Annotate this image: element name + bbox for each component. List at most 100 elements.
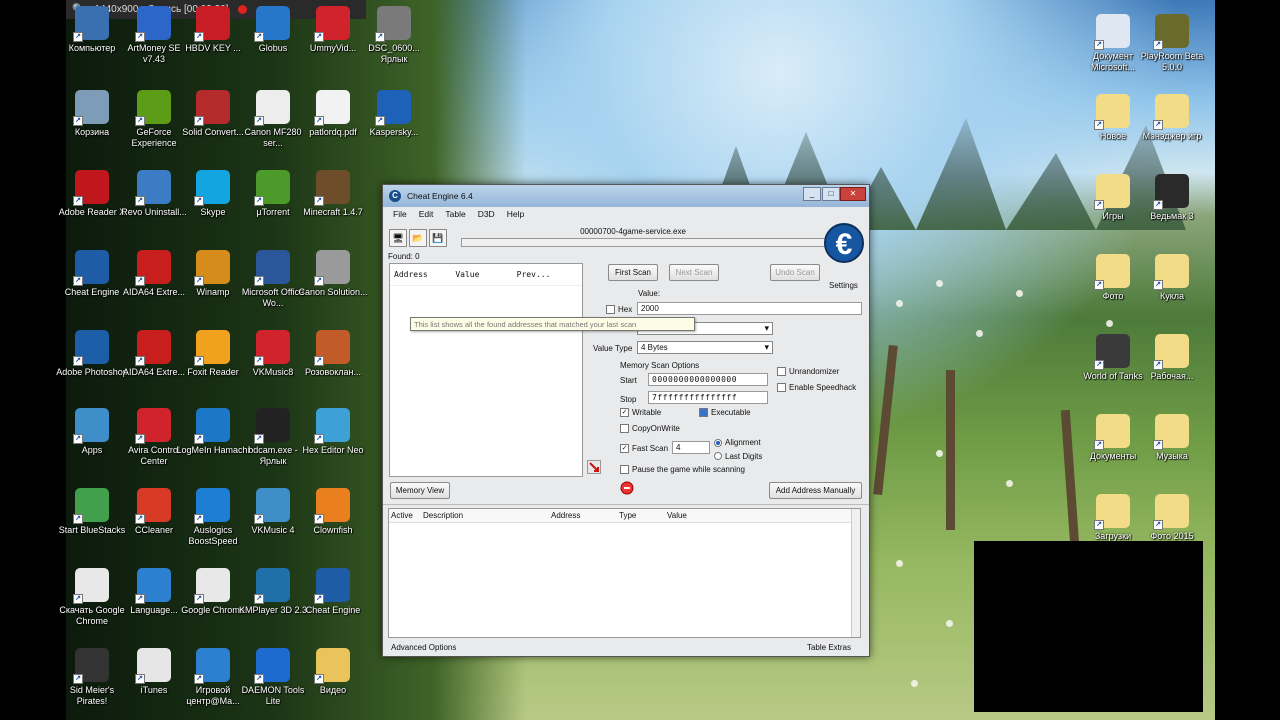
pause-game-label: Pause the game while scanning [632, 465, 745, 474]
shortcut-arrow-icon: ↗ [1094, 360, 1104, 370]
writable-checkbox[interactable]: ✓ [620, 408, 629, 417]
desktop-icon[interactable]: ↗ Розовоклан... [296, 330, 370, 378]
stop-sign-icon[interactable] [620, 481, 634, 495]
col-previous[interactable]: Prev... [517, 270, 578, 279]
copyonwrite-label: CopyOnWrite [632, 424, 680, 433]
menu-file[interactable]: File [393, 209, 407, 219]
window-title: Cheat Engine 6.4 [407, 191, 473, 201]
shortcut-arrow-icon: ↗ [254, 514, 264, 524]
add-address-manually-button[interactable]: Add Address Manually [769, 482, 862, 499]
menu-table[interactable]: Table [445, 209, 465, 219]
last-digits-radio[interactable] [714, 452, 722, 460]
playroom-icon: ↗ [1153, 14, 1189, 50]
shortcut-arrow-icon: ↗ [194, 434, 204, 444]
shortcut-arrow-icon: ↗ [254, 196, 264, 206]
arrow-down-icon[interactable] [587, 460, 601, 474]
writable-label: Writable [632, 408, 662, 417]
close-button[interactable]: ✕ [840, 187, 866, 201]
col-address[interactable]: Address [394, 270, 455, 279]
desktop-icon[interactable]: ↗ Clownfish [296, 488, 370, 536]
open-file-button[interactable]: 📂 [409, 229, 427, 247]
desktop-icon[interactable]: ↗ Кукла [1135, 254, 1209, 302]
desktop-icon[interactable]: ↗ DSC_0600... Ярлык [357, 6, 431, 65]
folder-icon: ↗ [1153, 414, 1189, 450]
memory-view-button[interactable]: Memory View [390, 482, 450, 499]
executable-checkbox[interactable] [699, 408, 708, 417]
col-value[interactable]: Value [667, 511, 727, 520]
value-type-label: Value Type [593, 344, 633, 353]
desktop-icon[interactable]: ↗ Kaspersky... [357, 90, 431, 138]
desktop-icon[interactable]: ↗ Фото 2015 [1135, 494, 1209, 542]
shortcut-arrow-icon: ↗ [314, 594, 324, 604]
computer-icon: ↗ [73, 6, 109, 42]
desktop-icon[interactable]: ↗ Музыка [1135, 414, 1209, 462]
desktop-icon-label: Cheat Engine [305, 605, 361, 615]
screen: 🔍 1440x900 Запись [00:02:30] ↗Компьютер↗… [0, 0, 1280, 720]
shortcut-arrow-icon: ↗ [254, 674, 264, 684]
advanced-options-link[interactable]: Advanced Options [391, 643, 456, 652]
shortcut-arrow-icon: ↗ [1094, 280, 1104, 290]
shortcut-arrow-icon: ↗ [73, 116, 83, 126]
shortcut-arrow-icon: ↗ [73, 594, 83, 604]
shortcut-arrow-icon: ↗ [1094, 200, 1104, 210]
menu-edit[interactable]: Edit [419, 209, 434, 219]
cheat-table[interactable]: Active Description Address Type Value [388, 508, 861, 638]
copyonwrite-checkbox[interactable] [620, 424, 629, 433]
fast-scan-input[interactable]: 4 [672, 441, 710, 454]
value-type-select[interactable]: 4 Bytes [637, 341, 773, 354]
menu-d3d[interactable]: D3D [478, 209, 495, 219]
menu-bar: File Edit Table D3D Help [383, 207, 869, 221]
shortcut-arrow-icon: ↗ [73, 32, 83, 42]
desktop-icon[interactable]: ↗ Hex Editor Neo [296, 408, 370, 456]
minimize-button[interactable]: _ [803, 187, 821, 201]
pause-game-checkbox[interactable] [620, 465, 629, 474]
desktop-icon[interactable]: ↗ Ведьмак 3 [1135, 174, 1209, 222]
hamachi-icon: ↗ [194, 408, 230, 444]
desktop-icon[interactable]: ↗ PlayRoom Beta 5.0.0 [1135, 14, 1209, 73]
desktop-icon-label: Kaspersky... [369, 127, 419, 137]
settings-link[interactable]: Settings [829, 281, 858, 290]
save-button[interactable]: 💾 [429, 229, 447, 247]
scan-progress-bar [461, 238, 827, 247]
splitter[interactable] [383, 504, 869, 506]
vertical-scrollbar[interactable] [851, 509, 860, 637]
unrandomizer-checkbox[interactable] [777, 367, 786, 376]
alignment-radio[interactable] [714, 439, 722, 447]
fast-scan-checkbox[interactable]: ✓ [620, 444, 629, 453]
menu-help[interactable]: Help [507, 209, 524, 219]
desktop-icon[interactable]: ↗ Видео [296, 648, 370, 696]
col-type[interactable]: Type [619, 511, 667, 520]
col-address[interactable]: Address [551, 511, 619, 520]
results-tooltip: This list shows all the found addresses … [410, 317, 695, 331]
shortcut-arrow-icon: ↗ [314, 674, 324, 684]
shortcut-arrow-icon: ↗ [254, 434, 264, 444]
bandicam-icon: ↗ [254, 408, 290, 444]
desktop-icon[interactable]: ↗ Cheat Engine [296, 568, 370, 616]
start-address-input[interactable]: 0000000000000000 [648, 373, 768, 386]
cheat-engine-logo-icon[interactable]: € [824, 223, 864, 263]
next-scan-button[interactable]: Next Scan [669, 264, 719, 281]
col-value[interactable]: Value [455, 270, 516, 279]
desktop-icon[interactable]: ↗ Minecraft 1.4.7 [296, 170, 370, 218]
undo-scan-button[interactable]: Undo Scan [770, 264, 820, 281]
value-input[interactable]: 2000 [637, 302, 862, 315]
computer-icon: 🖥 [392, 232, 404, 243]
shortcut-arrow-icon: ↗ [194, 196, 204, 206]
desktop-icon[interactable]: ↗ Рабочая... [1135, 334, 1209, 382]
stop-address-input[interactable]: 7fffffffffffffff [648, 391, 768, 404]
found-addresses-list[interactable]: Address Value Prev... [389, 263, 583, 477]
col-description[interactable]: Description [423, 511, 551, 520]
maximize-button[interactable]: □ [822, 187, 840, 201]
utorrent-icon: ↗ [254, 170, 290, 206]
open-process-button[interactable]: 🖥 [389, 229, 407, 247]
speedhack-checkbox[interactable] [777, 383, 786, 392]
title-bar[interactable]: C Cheat Engine 6.4 _ □ ✕ [383, 185, 869, 207]
desktop-icon[interactable]: ↗ Canon Solution... [296, 250, 370, 298]
clown-icon: ↗ [314, 330, 350, 366]
cheat-engine-window[interactable]: C Cheat Engine 6.4 _ □ ✕ File Edit Table… [382, 184, 870, 657]
table-extras-link[interactable]: Table Extras [807, 643, 851, 652]
hex-checkbox[interactable] [606, 305, 615, 314]
desktop-icon[interactable]: ↗ Мэнэджер игр [1135, 94, 1209, 142]
first-scan-button[interactable]: First Scan [608, 264, 658, 281]
col-active[interactable]: Active [391, 511, 423, 520]
